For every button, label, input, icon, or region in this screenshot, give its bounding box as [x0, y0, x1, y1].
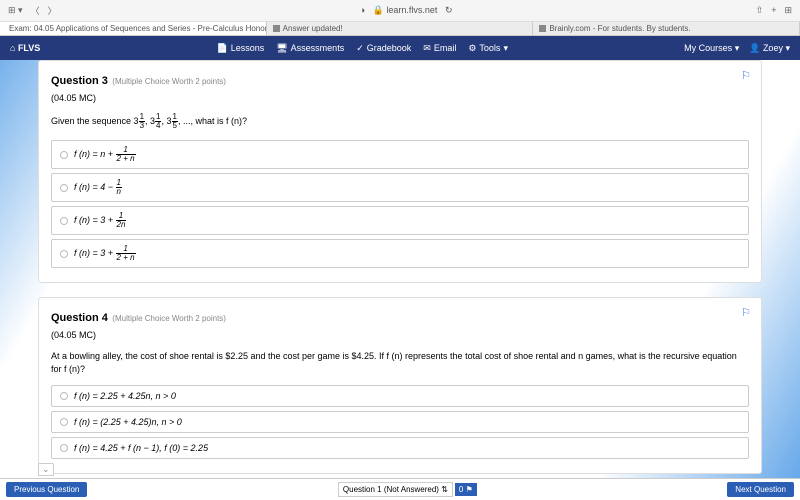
q3-option-a[interactable]: f (n) = n + 12 + n [51, 140, 749, 169]
app-navbar: FLVS 📄 Lessons 🖥 Assessments ✓ Gradebook… [0, 36, 800, 60]
brand-home-link[interactable]: FLVS [10, 43, 40, 53]
nav-my-courses[interactable]: My Courses ▾ [684, 43, 739, 54]
question-code: (04.05 MC) [51, 330, 749, 340]
previous-question-button[interactable]: Previous Question [6, 482, 87, 497]
question-4-card: ⚐ Question 4 (Multiple Choice Worth 2 po… [38, 297, 762, 474]
favicon-icon [273, 25, 280, 32]
nav-user-menu[interactable]: 👤 Zoey ▾ [749, 43, 790, 54]
nav-gradebook[interactable]: ✓ Gradebook [356, 43, 411, 54]
browser-toolbar: ⊞ ▾ 〈 〉 ◑ 🔒 learn.flvs.net ↻ ⇧ + ⊞ [0, 0, 800, 22]
question-select-dropdown[interactable]: Question 1 (Not Answered) ⇅ [338, 482, 453, 497]
radio-icon [60, 250, 68, 258]
question-prompt: Given the sequence 313, 314, 315, ..., w… [51, 113, 749, 130]
radio-icon [60, 184, 68, 192]
question-worth: (Multiple Choice Worth 2 points) [112, 314, 226, 323]
nav-lessons[interactable]: 📄 Lessons [216, 43, 264, 54]
bottom-bar: Previous Question Question 1 (Not Answer… [0, 478, 800, 500]
q3-option-c[interactable]: f (n) = 3 + 12n [51, 206, 749, 235]
radio-icon [60, 392, 68, 400]
new-tab-icon[interactable]: + [771, 5, 776, 16]
refresh-icon[interactable]: ↻ [445, 5, 453, 15]
question-3-card: ⚐ Question 3 (Multiple Choice Worth 2 po… [38, 60, 762, 283]
tab-bar: Exam: 04.05 Applications of Sequences an… [0, 22, 800, 36]
question-selector[interactable]: Question 1 (Not Answered) ⇅ 0 ⚑ [338, 482, 477, 497]
q4-option-a[interactable]: f (n) = 2.25 + 4.25n, n > 0 [51, 385, 749, 407]
q3-option-b[interactable]: f (n) = 4 − 1n [51, 173, 749, 202]
question-title: Question 3 [51, 75, 108, 87]
nav-assessments[interactable]: 🖥 Assessments [276, 43, 344, 54]
radio-icon [60, 444, 68, 452]
tab-answer-updated[interactable]: Answer updated! [267, 22, 534, 35]
radio-icon [60, 418, 68, 426]
q4-option-b[interactable]: f (n) = (2.25 + 4.25)n, n > 0 [51, 411, 749, 433]
question-scroll-area[interactable]: ⚐ Question 3 (Multiple Choice Worth 2 po… [38, 60, 762, 478]
back-icon[interactable]: 〈 [31, 4, 40, 17]
sidebar-toggle-icon[interactable]: ⊞ ▾ [8, 5, 23, 16]
radio-icon [60, 151, 68, 159]
question-prompt: At a bowling alley, the cost of shoe ren… [51, 350, 749, 375]
tab-brainly[interactable]: Brainly.com - For students. By students. [533, 22, 800, 35]
question-code: (04.05 MC) [51, 93, 749, 103]
q3-option-d[interactable]: f (n) = 3 + 12 + n [51, 239, 749, 268]
flagged-count-badge[interactable]: 0 ⚑ [455, 483, 477, 496]
tabs-icon[interactable]: ⊞ [784, 5, 792, 16]
question-worth: (Multiple Choice Worth 2 points) [112, 77, 226, 86]
forward-icon[interactable]: 〉 [48, 4, 57, 17]
lock-icon: 🔒 [373, 5, 384, 15]
shield-icon: ◑ [360, 5, 365, 15]
flag-icon[interactable]: ⚐ [741, 69, 751, 82]
next-question-button[interactable]: Next Question [727, 482, 794, 497]
favicon-icon [539, 25, 546, 32]
nav-email[interactable]: ✉ Email [423, 43, 456, 54]
question-title: Question 4 [51, 312, 108, 324]
url-text: learn.flvs.net [386, 5, 437, 15]
share-icon[interactable]: ⇧ [756, 5, 764, 16]
tab-exam[interactable]: Exam: 04.05 Applications of Sequences an… [0, 22, 267, 35]
radio-icon [60, 217, 68, 225]
nav-tools[interactable]: ⚙ Tools ▾ [468, 43, 508, 54]
expand-panel-icon[interactable]: ⌄ [38, 463, 54, 476]
q4-option-c[interactable]: f (n) = 4.25 + f (n − 1), f (0) = 2.25 [51, 437, 749, 459]
flag-icon[interactable]: ⚐ [741, 306, 751, 319]
